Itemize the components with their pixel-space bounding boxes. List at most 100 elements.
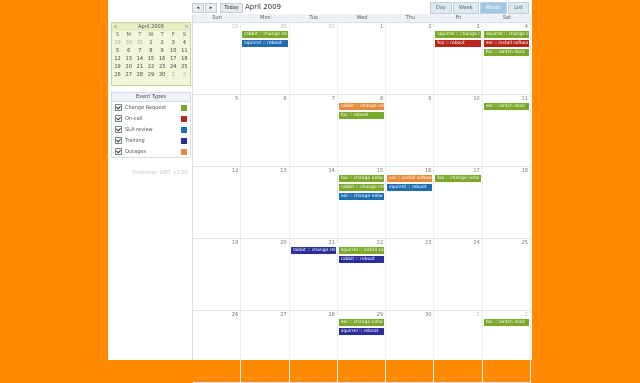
day-cell[interactable]: 18 [483,167,531,238]
mini-day[interactable]: 15 [145,55,156,63]
day-cell[interactable]: 7 [290,95,338,166]
day-number[interactable]: 23 [425,240,431,246]
view-list-button[interactable]: List [508,2,529,14]
day-number[interactable]: 4 [525,24,528,30]
mini-day[interactable]: 29 [145,71,156,79]
mini-day[interactable]: 28 [134,71,145,79]
day-number[interactable]: 22 [377,240,383,246]
mini-day[interactable]: 20 [123,63,134,71]
day-number[interactable]: 27 [280,312,286,318]
day-number[interactable]: 30 [425,312,431,318]
view-month-button[interactable]: Month [479,2,508,14]
day-number[interactable]: 29 [232,24,238,30]
mini-day[interactable]: 9 [157,47,168,55]
day-cell[interactable]: 19 [193,239,242,310]
calendar-event[interactable]: eel :: install softwa [483,40,529,47]
day-number[interactable]: 3 [477,24,480,30]
calendar-event[interactable]: eel :: change netw [338,319,385,326]
event-type-checkbox[interactable] [115,115,122,122]
mini-day[interactable]: 7 [134,47,145,55]
mini-day[interactable]: 22 [145,63,156,71]
view-day-button[interactable]: Day [430,2,452,14]
day-cell[interactable]: 13 [241,167,290,238]
day-number[interactable]: 25 [522,240,528,246]
calendar-event[interactable]: fox :: change netw [338,175,385,182]
day-number[interactable]: 7 [332,96,335,102]
day-number[interactable]: 17 [473,168,479,174]
today-button[interactable]: Today [220,3,243,13]
day-cell[interactable]: 3 squirrel :: change r fox :: reboot [434,23,483,94]
calendar-event[interactable]: fox :: reboot [435,40,481,47]
day-number[interactable]: 21 [328,240,334,246]
day-cell[interactable]: 1 [434,311,483,382]
mini-day[interactable]: 6 [123,47,134,55]
day-cell[interactable]: 25 [483,239,531,310]
day-cell[interactable]: 16 eel :: install softwa squirrel :: reboo… [386,167,435,238]
day-number[interactable]: 5 [235,96,238,102]
calendar-event[interactable]: rabbit :: change rel [338,103,385,110]
mini-day[interactable]: 21 [134,63,145,71]
day-number[interactable]: 8 [380,96,383,102]
day-cell[interactable]: 17 fox :: change netw [434,167,483,238]
day-number[interactable]: 1 [380,24,383,30]
day-number[interactable]: 2 [525,312,528,318]
event-type-checkbox[interactable] [115,126,122,133]
mini-day[interactable]: 16 [157,55,168,63]
calendar-event[interactable]: eel :: switch dock [483,103,529,110]
mini-day[interactable]: 2 [179,71,190,79]
event-type-row[interactable]: Change Request [112,102,190,113]
mini-day[interactable]: 3 [168,39,179,47]
calendar-event[interactable]: rabbit :: change rel [242,31,288,38]
day-cell[interactable]: 22 squirrel :: install so rabbit :: reboot [338,239,387,310]
day-number[interactable]: 28 [328,312,334,318]
day-number[interactable]: 2 [428,24,431,30]
calendar-event[interactable]: squirrel :: reboot [242,40,288,47]
day-number[interactable]: 15 [377,168,383,174]
day-number[interactable]: 16 [425,168,431,174]
mini-day[interactable]: 13 [123,55,134,63]
event-type-row[interactable]: SLA review [112,124,190,135]
mini-day[interactable]: 12 [112,55,123,63]
day-cell[interactable]: 24 [434,239,483,310]
day-cell[interactable]: 31 [290,23,338,94]
mini-day[interactable]: 10 [168,47,179,55]
day-cell[interactable]: 30 rabbit :: change rel squirrel :: reboot [241,23,290,94]
day-cell[interactable]: 2 fox :: switch dock [483,311,531,382]
day-number[interactable]: 31 [328,24,334,30]
event-type-row[interactable]: Training [112,135,190,146]
mini-day[interactable]: 8 [145,47,156,55]
day-cell[interactable]: 29 eel :: change netw squirrel :: reboot [338,311,387,382]
mini-day[interactable]: 27 [123,71,134,79]
calendar-event[interactable]: squirrel :: install so [338,247,385,254]
day-number[interactable]: 18 [522,168,528,174]
day-cell[interactable]: 9 [386,95,435,166]
mini-prev-icon[interactable]: « [114,24,117,30]
day-cell[interactable]: 30 [386,311,435,382]
event-type-row[interactable]: Outages [112,146,190,157]
calendar-event[interactable]: fox :: switch dock [483,319,529,326]
calendar-event[interactable]: squirrel :: change r [483,31,529,38]
mini-day[interactable]: 5 [112,47,123,55]
mini-day[interactable]: 26 [112,71,123,79]
mini-day[interactable]: 18 [179,55,190,63]
day-number[interactable]: 11 [522,96,528,102]
mini-day[interactable]: 29 [112,39,123,47]
mini-day[interactable]: 2 [157,39,168,47]
day-cell[interactable]: 5 [193,95,242,166]
mini-day[interactable]: 19 [112,63,123,71]
day-cell[interactable]: 6 [241,95,290,166]
mini-day[interactable]: 25 [179,63,190,71]
day-cell[interactable]: 1 [338,23,387,94]
day-cell[interactable]: 4 squirrel :: change reel :: install soft… [483,23,531,94]
day-number[interactable]: 26 [232,312,238,318]
calendar-event[interactable]: eel :: install softwa [387,175,433,182]
mini-day[interactable]: 31 [134,39,145,47]
next-month-button[interactable]: ▸ [205,3,217,13]
day-cell[interactable]: 12 [193,167,242,238]
day-number[interactable]: 24 [473,240,479,246]
day-number[interactable]: 12 [232,168,238,174]
event-type-checkbox[interactable] [115,104,122,111]
calendar-event[interactable]: rabbit :: change rel [290,247,336,254]
day-number[interactable]: 14 [328,168,334,174]
day-cell[interactable]: 8 rabbit :: change rel fox :: reboot [338,95,387,166]
